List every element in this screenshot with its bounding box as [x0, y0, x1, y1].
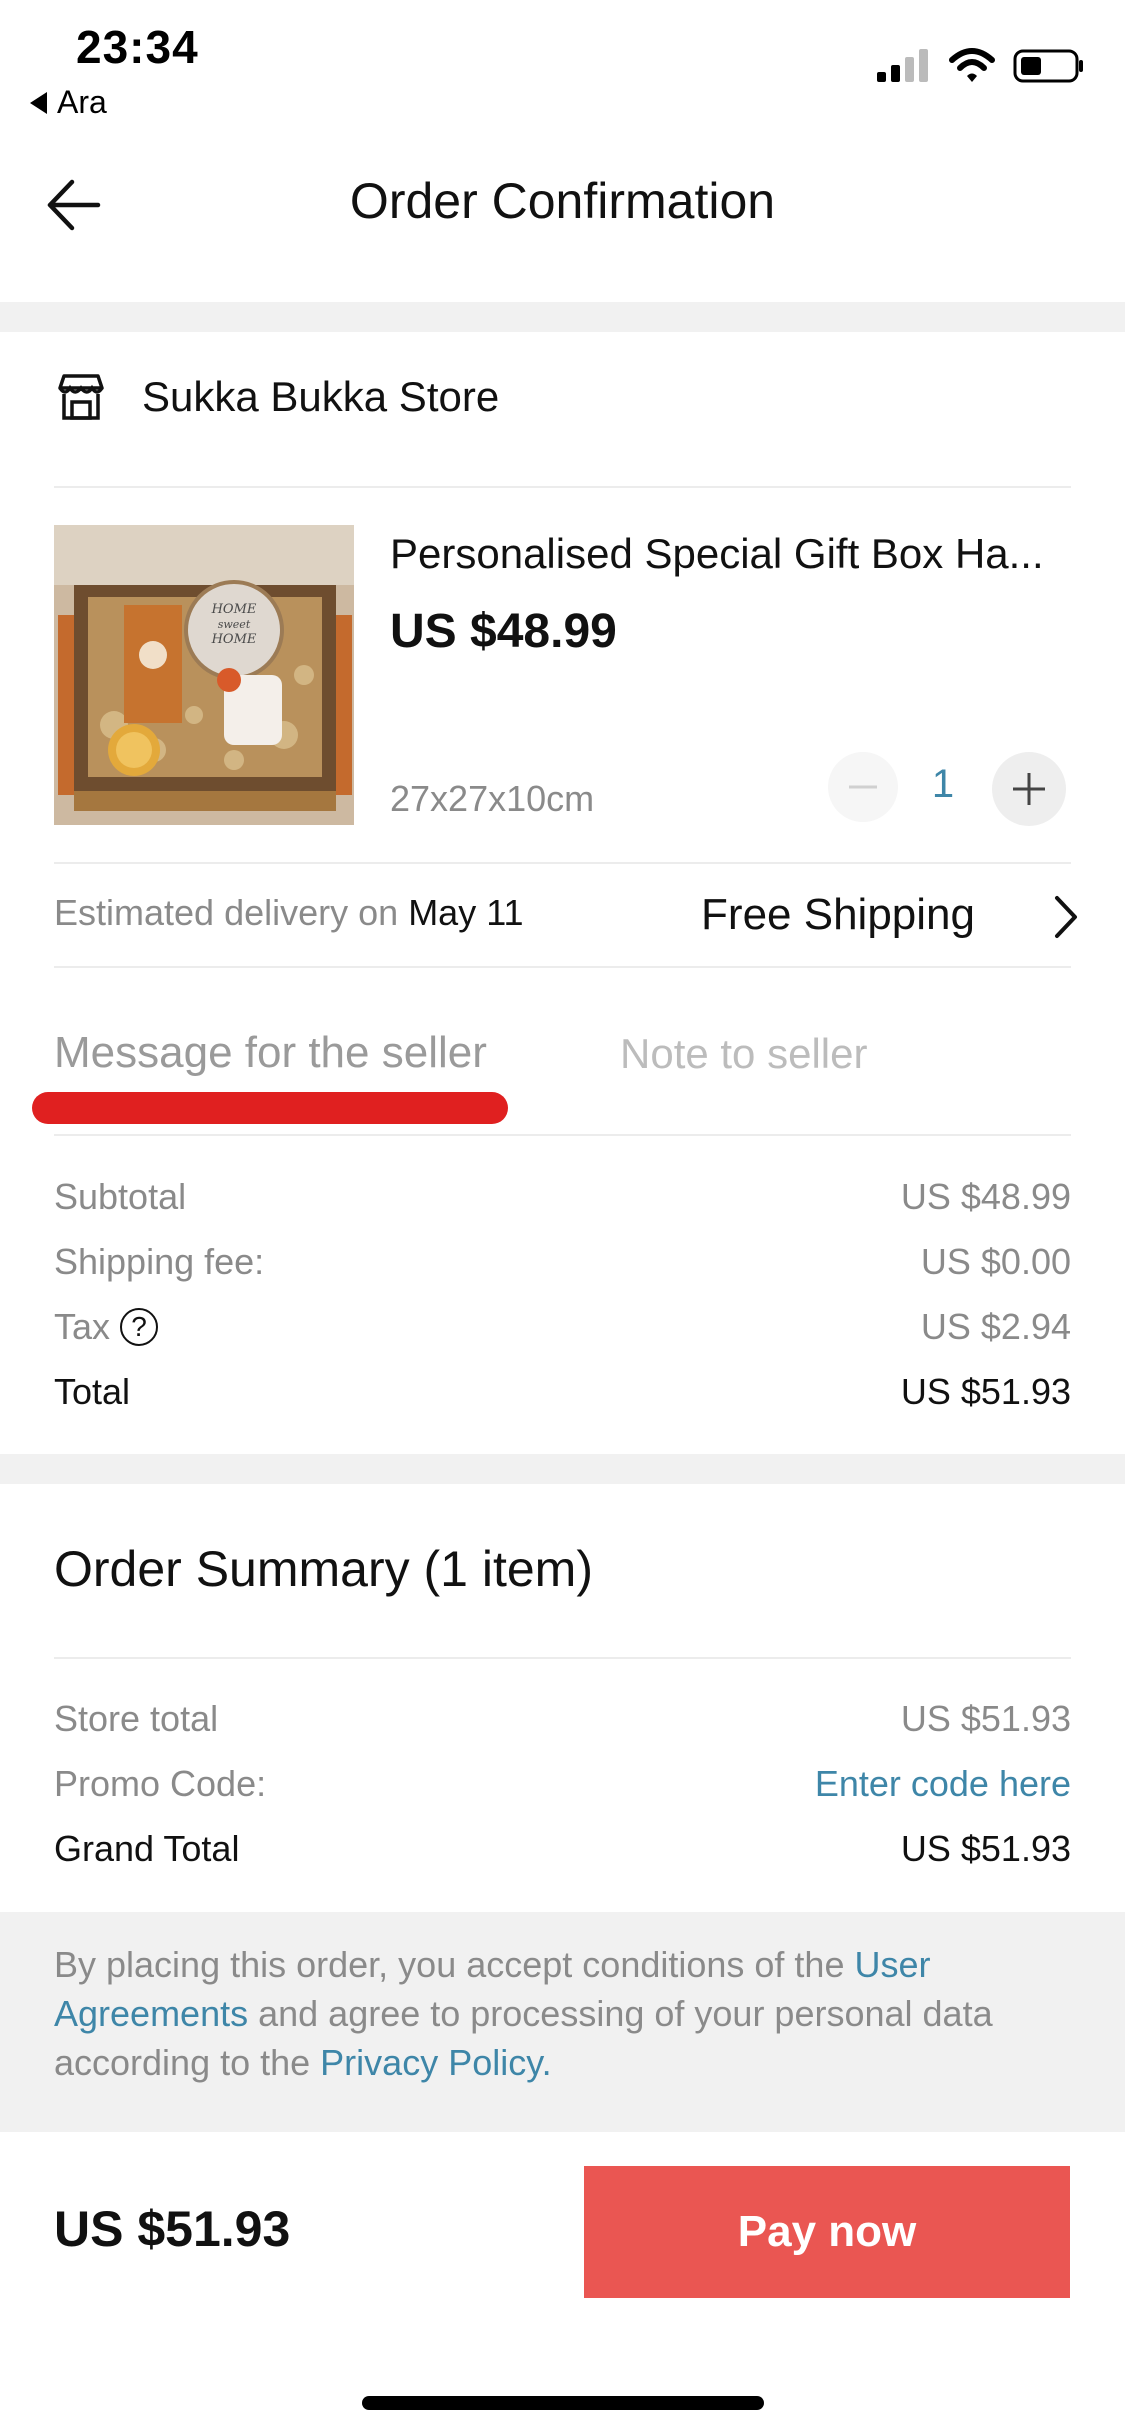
shipping-fee-row: Shipping fee: US $0.00 [54, 1241, 1071, 1283]
note-to-seller-input[interactable] [620, 1030, 1080, 1078]
quantity-increase-button[interactable] [992, 752, 1066, 826]
status-icons [875, 48, 1085, 84]
subtotal-label: Subtotal [54, 1176, 187, 1217]
shipping-fee-label: Shipping fee: [54, 1241, 265, 1282]
subtotal-row: Subtotal US $48.99 [54, 1176, 1071, 1218]
section-gap [0, 302, 1125, 332]
divider [54, 862, 1071, 864]
battery-icon [1013, 49, 1083, 83]
delivery-prefix: Estimated delivery on [54, 892, 399, 933]
total-row: Total US $51.93 [54, 1371, 1071, 1413]
back-to-app-link[interactable]: Ara [30, 84, 107, 121]
page-title: Order Confirmation [349, 173, 776, 229]
quantity-value: 1 [931, 762, 955, 806]
image-lettering: HOME sweet HOME [211, 602, 257, 647]
help-icon[interactable]: ? [120, 1308, 159, 1346]
subtotal-value: US $48.99 [900, 1176, 1071, 1217]
legal-text-3: . [541, 2042, 552, 2083]
total-value: US $51.93 [900, 1371, 1071, 1412]
shipping-method[interactable]: Free Shipping [701, 890, 975, 940]
gift-box-picture: HOME sweet HOME [54, 525, 354, 825]
promo-code-label: Promo Code: [54, 1763, 267, 1804]
store-total-row: Store total US $51.93 [54, 1698, 1071, 1740]
grand-total-row: Grand Total US $51.93 [54, 1828, 1071, 1870]
store-row[interactable]: Sukka Bukka Store [54, 370, 499, 424]
svg-text:HOME: HOME [211, 632, 257, 647]
annotation-underline [32, 1092, 508, 1124]
tax-row: Tax ? US $2.94 [54, 1306, 1071, 1348]
back-app-label: Ara [57, 84, 107, 120]
promo-code-row: Promo Code: Enter code here [54, 1763, 1071, 1805]
signal-icon [877, 49, 928, 82]
divider [54, 486, 1071, 488]
product-price: US $48.99 [390, 605, 617, 658]
total-label: Total [54, 1371, 131, 1412]
svg-text:HOME: HOME [211, 602, 257, 617]
back-triangle-icon [30, 91, 47, 114]
enter-promo-code-link[interactable]: Enter code here [815, 1763, 1071, 1805]
legal-text-1: By placing this order, you accept condit… [54, 1944, 855, 1985]
divider [54, 1657, 1071, 1659]
minus-icon [849, 785, 877, 789]
shipping-fee-value: US $0.00 [920, 1241, 1071, 1282]
chevron-right-icon[interactable] [1045, 892, 1085, 942]
section-gap [0, 1454, 1125, 1484]
store-icon [58, 374, 104, 420]
wifi-icon [949, 48, 995, 82]
delivery-date: May 11 [408, 892, 524, 933]
home-indicator [362, 2396, 764, 2410]
product-title[interactable]: Personalised Special Gift Box Ha... [390, 530, 1080, 578]
plus-icon [1013, 773, 1045, 805]
legal-notice: By placing this order, you accept condit… [0, 1912, 1125, 2132]
pay-now-button[interactable]: Pay now [584, 2166, 1070, 2298]
page-header: Order Confirmation [0, 140, 1125, 300]
estimated-delivery: Estimated delivery on May 11 [54, 892, 524, 934]
tax-label: Tax [54, 1306, 111, 1347]
store-total-label: Store total [54, 1698, 219, 1739]
product-image[interactable]: HOME sweet HOME [54, 525, 354, 825]
quantity-decrease-button[interactable] [828, 752, 898, 822]
grand-total-value: US $51.93 [900, 1828, 1071, 1869]
grand-total-label: Grand Total [54, 1828, 240, 1869]
bottom-total: US $51.93 [54, 2201, 291, 2257]
divider [54, 966, 1071, 968]
svg-text:sweet: sweet [218, 618, 251, 631]
tax-value: US $2.94 [920, 1306, 1071, 1347]
order-summary-title: Order Summary (1 item) [54, 1541, 593, 1597]
tax-label-group: Tax ? [54, 1306, 159, 1348]
status-time: 23:34 [76, 21, 199, 73]
store-name: Sukka Bukka Store [142, 373, 500, 420]
store-total-value: US $51.93 [900, 1698, 1071, 1739]
product-variant: 27x27x10cm [390, 778, 595, 819]
message-label: Message for the seller [54, 1028, 487, 1077]
divider [54, 1134, 1071, 1136]
privacy-policy-link[interactable]: Privacy Policy [320, 2042, 541, 2083]
